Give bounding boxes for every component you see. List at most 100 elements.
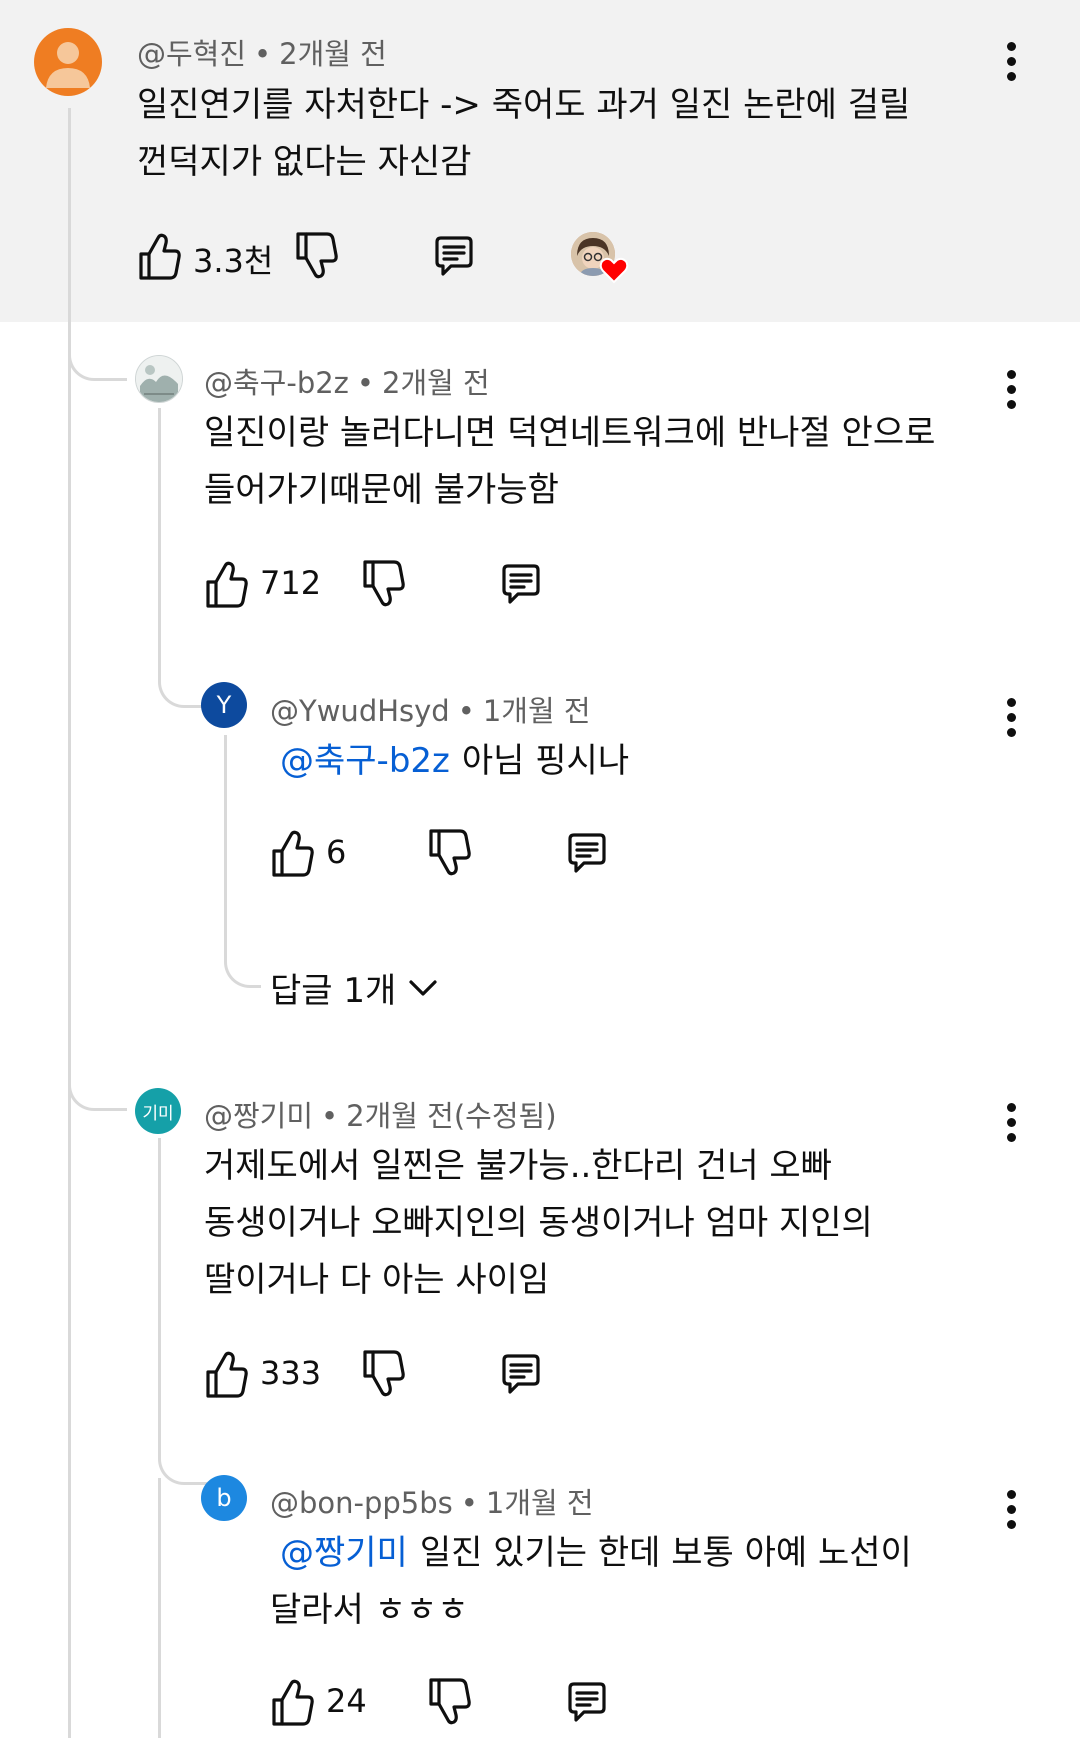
chevron-down-icon [409, 979, 437, 996]
comment-time: 1개월 전 [482, 694, 591, 728]
comment-text-line: 일진연기를 자처한다 -> 죽어도 과거 일진 논란에 걸릴 [137, 85, 911, 125]
show-replies-button[interactable]: 답글 1개 [270, 963, 438, 1012]
thread-connector [224, 945, 261, 988]
like-count: 24 [326, 1682, 367, 1720]
avatar[interactable]: 기미 [135, 1088, 181, 1134]
comment-text-line: 껀덕지가 없다는 자신감 [137, 142, 472, 182]
reply-button[interactable] [564, 1676, 610, 1728]
comment-text: 일진이랑 놀러다니면 덕연네트워크에 반나절 안으로 들어가기때문에 불가능함 [204, 405, 1004, 519]
avatar[interactable]: Y [201, 682, 247, 728]
reply-comment-icon [498, 558, 544, 610]
reply-button[interactable] [564, 827, 610, 879]
author-name[interactable]: @두혁진 [137, 37, 246, 71]
avatar[interactable]: b [201, 1475, 247, 1521]
more-vertical-icon [1007, 698, 1016, 707]
thread-line [158, 1478, 161, 1738]
dislike-button[interactable] [359, 1348, 405, 1400]
like-count: 6 [326, 833, 347, 871]
more-options-button[interactable] [1004, 698, 1020, 738]
avatar[interactable] [135, 355, 183, 403]
reply-button[interactable] [431, 230, 477, 282]
thumbs-down-icon [425, 827, 471, 879]
thumbs-up-icon [268, 1676, 314, 1728]
like-count: 333 [260, 1354, 322, 1392]
like-button[interactable] [268, 1676, 314, 1728]
comment-text-line: @축구-b2z 아님 핑시나 [280, 733, 1000, 790]
comment-meta: @YwudHsyd • 1개월 전 [270, 694, 591, 728]
author-name[interactable]: @짱기미 [204, 1099, 313, 1133]
avatar-letter: b [216, 1484, 232, 1512]
reply-button[interactable] [498, 558, 544, 610]
user-silhouette-icon [46, 42, 90, 88]
thumbs-up-icon [202, 558, 248, 610]
more-options-button[interactable] [1004, 42, 1020, 82]
comment-meta: @짱기미 • 2개월 전(수정됨) [204, 1099, 557, 1133]
more-vertical-icon [1007, 370, 1016, 379]
comment-meta: @두혁진 • 2개월 전 [137, 37, 387, 71]
thread-connector [68, 330, 127, 381]
more-vertical-icon [1007, 42, 1016, 51]
comment-meta: @bon-pp5bs • 1개월 전 [270, 1486, 594, 1520]
comment-text-line: 동생이거나 오빠지인의 동생이거나 엄마 지인의 [204, 1203, 873, 1243]
dislike-button[interactable] [292, 230, 338, 282]
thread-line [158, 1138, 161, 1438]
comment-text-line: 일진이랑 놀러다니면 덕연네트워크에 반나절 안으로 [204, 413, 936, 453]
comment-text-line: @짱기미 일진 있기는 한데 보통 아예 노선이 [270, 1525, 1010, 1582]
more-options-button[interactable] [1004, 1490, 1020, 1530]
thread-line [158, 408, 161, 663]
comment-text: @축구-b2z 아님 핑시나 [280, 733, 1000, 790]
like-button[interactable] [135, 230, 181, 282]
comment-text-line: 들어가기때문에 불가능함 [204, 470, 559, 510]
comment-text-line: 딸이거나 다 아는 사이임 [204, 1260, 550, 1300]
more-options-button[interactable] [1004, 1103, 1020, 1143]
creator-heart-badge [571, 230, 633, 286]
comment-text: 거제도에서 일찐은 불가능..한다리 건너 오빠 동생이거나 오빠지인의 동생이… [204, 1138, 1004, 1309]
dislike-button[interactable] [359, 558, 405, 610]
replies-count-label: 답글 1개 [270, 971, 397, 1011]
thread-connector [68, 1060, 127, 1111]
more-options-button[interactable] [1004, 370, 1020, 410]
comment-text: @짱기미 일진 있기는 한데 보통 아예 노선이 달라서 ㅎㅎㅎ [270, 1525, 1010, 1639]
comment-actions: 333 [202, 1348, 562, 1400]
avatar-letter: 기미 [142, 1103, 174, 1124]
author-name[interactable]: @bon-pp5bs [270, 1486, 453, 1520]
comment-time: 2개월 전(수정됨) [346, 1099, 557, 1133]
thumbs-up-icon [202, 1348, 248, 1400]
comment-text-line: 아님 핑시나 [461, 741, 630, 781]
comment-actions: 24 [268, 1676, 628, 1728]
like-count: 3.3천 [193, 242, 274, 280]
comment-meta: @축구-b2z • 2개월 전 [204, 366, 490, 400]
avatar-image [136, 356, 182, 402]
like-button[interactable] [202, 558, 248, 610]
avatar[interactable] [34, 28, 102, 96]
comment-actions: 3.3천 [135, 230, 655, 284]
comment-text-line: 달라서 ㅎㅎㅎ [270, 1590, 469, 1630]
comment-actions: 712 [202, 558, 562, 610]
author-name[interactable]: @축구-b2z [204, 366, 349, 400]
author-name[interactable]: @YwudHsyd [270, 694, 450, 728]
thumbs-down-icon [359, 1348, 405, 1400]
like-count: 712 [260, 564, 322, 602]
creator-heart-icon [599, 257, 629, 284]
dislike-button[interactable] [425, 827, 471, 879]
dislike-button[interactable] [425, 1676, 471, 1728]
reply-button[interactable] [498, 1348, 544, 1400]
thumbs-up-icon [135, 230, 181, 282]
reply-comment-icon [498, 1348, 544, 1400]
more-vertical-icon [1007, 1103, 1016, 1112]
reply-comment-icon [564, 1676, 610, 1728]
comment-text: 일진연기를 자처한다 -> 죽어도 과거 일진 논란에 걸릴 껀덕지가 없다는 … [137, 77, 997, 191]
reply-comment-icon [564, 827, 610, 879]
thumbs-up-icon [268, 827, 314, 879]
more-vertical-icon [1007, 1490, 1016, 1499]
mention-link[interactable]: @축구-b2z [280, 741, 450, 781]
comment-time: 1개월 전 [485, 1486, 594, 1520]
mention-link[interactable]: @짱기미 [280, 1533, 408, 1573]
like-button[interactable] [268, 827, 314, 879]
thumbs-down-icon [359, 558, 405, 610]
comment-text-line: 일진 있기는 한데 보통 아예 노선이 [419, 1533, 912, 1573]
thumbs-down-icon [292, 230, 338, 282]
comment-time: 2개월 전 [279, 37, 387, 71]
thread-connector [158, 660, 207, 708]
like-button[interactable] [202, 1348, 248, 1400]
